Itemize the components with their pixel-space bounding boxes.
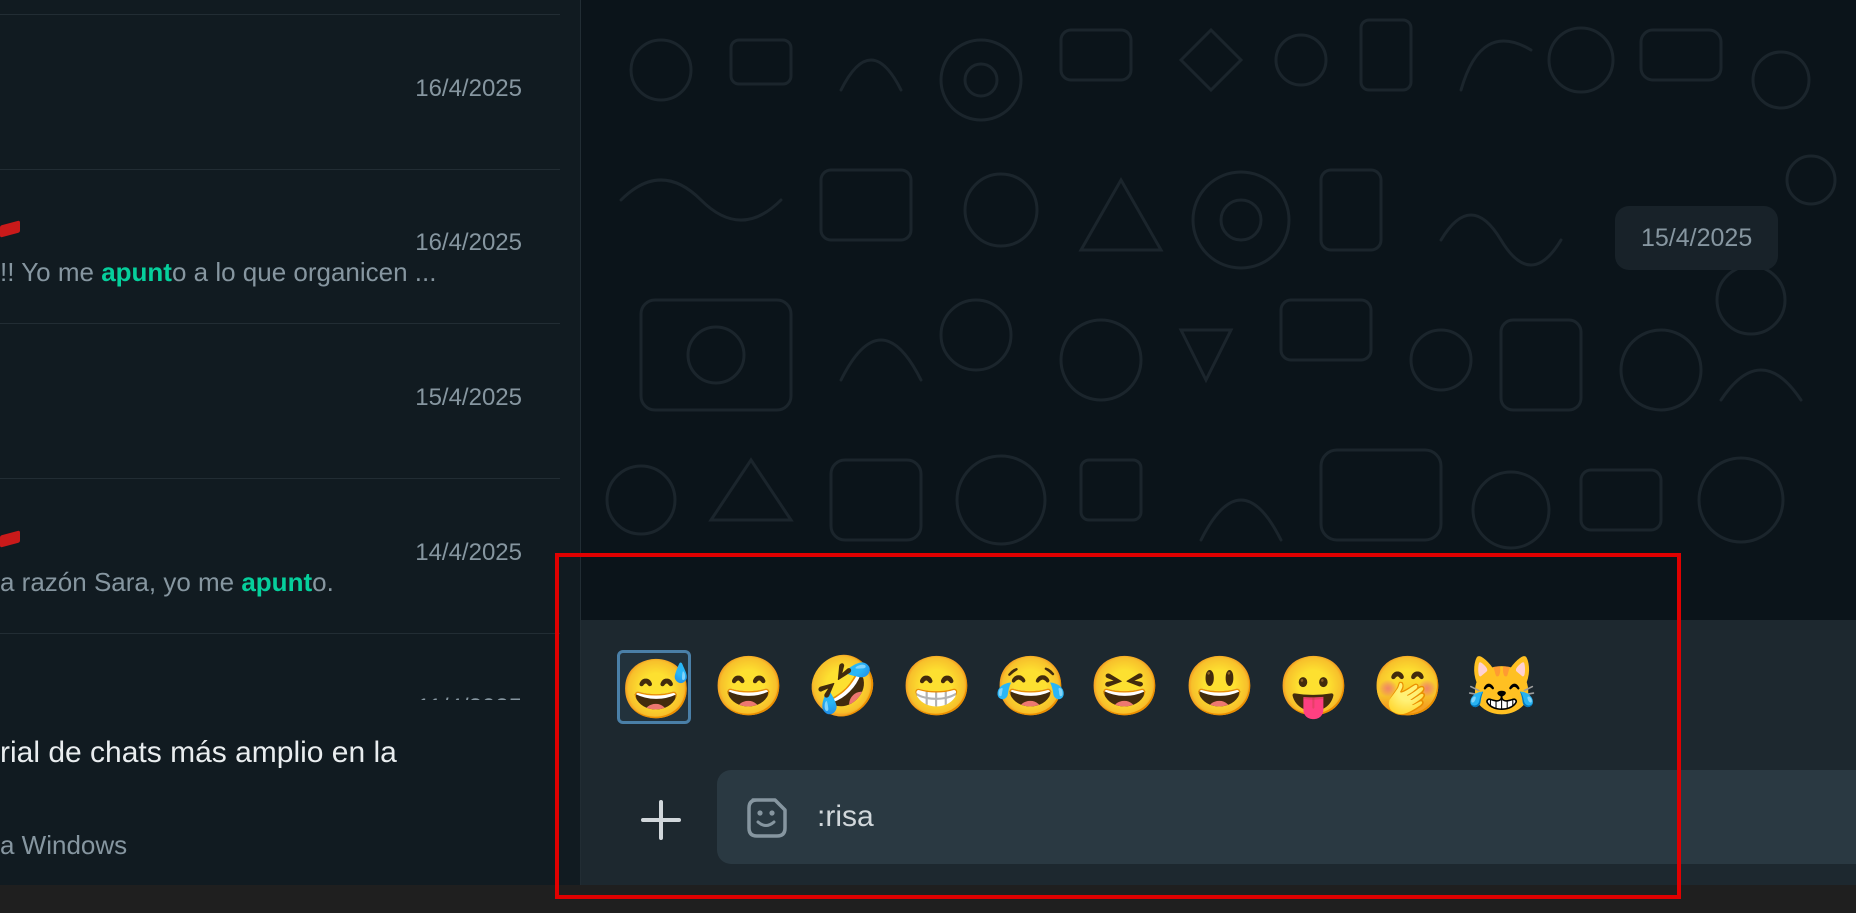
face-with-tongue-icon[interactable]: 😛 (1277, 650, 1351, 724)
rolling-on-the-floor-laughing-icon[interactable]: 🤣 (806, 650, 880, 724)
red-sticker-icon (0, 220, 20, 238)
conversation-panel: 15/4/2025 😅 😄 🤣 😁 😂 😆 😃 😛 🤭 😹 :risa (581, 0, 1856, 885)
face-with-hand-over-mouth-icon[interactable]: 🤭 (1371, 650, 1445, 724)
chat-date: 16/4/2025 (415, 75, 522, 102)
chat-date: 15/4/2025 (415, 384, 522, 411)
grinning-squinting-face-icon[interactable]: 😆 (1088, 650, 1162, 724)
add-attachment-button[interactable] (633, 792, 689, 848)
message-input[interactable]: :risa (717, 770, 1856, 864)
chat-date: 14/4/2025 (415, 539, 522, 566)
plus-icon (641, 800, 681, 840)
chat-list: 16/4/2025 16/4/2025 !! Yo me apunto a lo… (0, 0, 581, 885)
chat-row[interactable]: 16/4/2025 !! Yo me apunto a lo que organ… (0, 169, 560, 324)
chat-preview: a razón Sara, yo me apunto. (0, 567, 334, 597)
search-match: apunt (101, 257, 172, 287)
chat-date: 16/4/2025 (415, 229, 522, 256)
sticker-icon[interactable] (745, 796, 789, 840)
chat-row[interactable]: 14/4/2025 a razón Sara, yo me apunto. (0, 479, 560, 634)
red-sticker-icon (0, 530, 20, 548)
grinning-face-with-big-eyes-icon[interactable]: 😃 (1183, 650, 1257, 724)
face-with-tears-of-joy-icon[interactable]: 😂 (994, 650, 1068, 724)
taskbar-strip (0, 885, 1856, 913)
message-text: :risa (817, 800, 874, 833)
promo-title: rial de chats más amplio en la (0, 736, 397, 769)
chat-wallpaper (605, 18, 1837, 550)
chat-row[interactable]: 16/4/2025 (0, 14, 560, 170)
chat-preview: !! Yo me apunto a lo que organicen ... (0, 257, 437, 287)
promo-subtitle: a Windows (0, 830, 128, 860)
date-chip: 15/4/2025 (1615, 206, 1779, 270)
grinning-face-with-sweat-icon[interactable]: 😅 (617, 650, 692, 724)
message-composer: :risa (581, 750, 1856, 885)
cat-with-tears-of-joy-icon[interactable]: 😹 (1465, 650, 1539, 724)
search-match: apunt (241, 567, 313, 597)
chat-row[interactable]: 15/4/2025 (0, 324, 560, 479)
history-promo[interactable]: rial de chats más amplio en la a Windows (0, 700, 560, 885)
beaming-face-with-smiling-eyes-icon[interactable]: 😁 (900, 650, 974, 724)
emoji-suggestion-bar: 😅 😄 🤣 😁 😂 😆 😃 😛 🤭 😹 (581, 620, 1856, 750)
grinning-face-with-smiling-eyes-icon[interactable]: 😄 (712, 650, 786, 724)
